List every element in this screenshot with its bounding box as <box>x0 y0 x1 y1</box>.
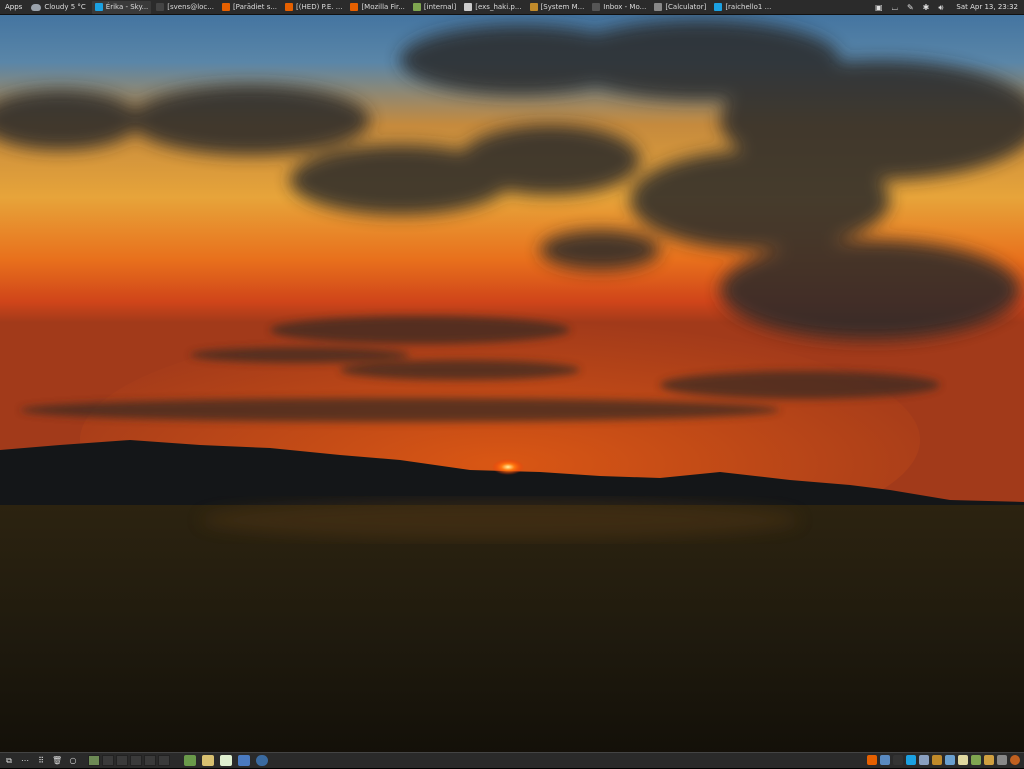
task-item[interactable]: [Mozilla Fir... <box>347 1 407 14</box>
update-icon[interactable]: ▣ <box>875 0 883 15</box>
mail-icon <box>592 3 601 11</box>
image-viewer-icon[interactable] <box>184 755 196 766</box>
power-icon[interactable]: ○ <box>68 756 78 765</box>
task-list: Érika - Sky... [svens@loc... [Parādiet s… <box>91 0 777 15</box>
workspace-button[interactable] <box>116 755 128 766</box>
skype-icon <box>94 3 103 11</box>
task-item[interactable]: Inbox - Mo... <box>589 1 649 14</box>
monitor-icon[interactable] <box>880 755 890 765</box>
weather-applet[interactable]: Cloudy 5 °C <box>27 0 91 15</box>
top-panel: Apps Cloudy 5 °C Érika - Sky... [svens@l… <box>0 0 1024 15</box>
task-item[interactable]: Érika - Sky... <box>91 0 152 14</box>
system-tray: ▣ ⌴ ✎ ✱ 🔊︎ Sat Apr 13, 23:32 <box>875 0 1024 15</box>
firefox-icon <box>350 3 359 11</box>
task-item[interactable]: [System M... <box>527 1 588 14</box>
task-item[interactable]: [(HED) P.E. ... <box>282 1 345 14</box>
notification-area <box>867 755 1020 765</box>
terminal-icon <box>156 3 165 11</box>
task-item[interactable]: [Parādiet s... <box>219 1 280 14</box>
firefox-icon <box>285 3 294 11</box>
package-icon[interactable] <box>945 755 955 765</box>
calculator-icon[interactable] <box>997 755 1007 765</box>
document-icon <box>464 3 473 11</box>
network-icon[interactable]: ✎ <box>907 0 914 15</box>
task-item[interactable]: [svens@loc... <box>153 1 217 14</box>
bluetooth-icon[interactable]: ✱ <box>923 0 930 15</box>
firefox-icon[interactable] <box>867 755 877 765</box>
file-manager-icon[interactable] <box>202 755 214 766</box>
editor-icon[interactable] <box>984 755 994 765</box>
show-desktop-icon[interactable]: ⧉ <box>4 756 14 766</box>
cloud-icon <box>31 3 42 11</box>
workspace-switcher <box>88 755 170 766</box>
system-monitor-icon <box>529 3 538 11</box>
weather-label: Cloudy 5 °C <box>44 2 86 11</box>
mail-icon[interactable] <box>919 755 929 765</box>
grid-icon[interactable]: ⠿ <box>36 756 46 765</box>
firefox-icon <box>221 3 230 11</box>
bottom-panel: ⧉ ⋯ ⠿ 🗑︎ ○ <box>0 752 1024 768</box>
desktop-wallpaper <box>0 0 1024 768</box>
workspace-button[interactable] <box>158 755 170 766</box>
apps-menu[interactable]: Apps <box>0 0 27 15</box>
volume-icon[interactable]: 🔊︎ <box>938 0 943 15</box>
launchers <box>184 755 268 766</box>
folder-icon[interactable] <box>971 755 981 765</box>
calculator-icon <box>654 3 663 11</box>
workspace-button[interactable] <box>88 755 100 766</box>
keyboard-icon[interactable]: ⌴ <box>892 0 898 15</box>
workspace-button[interactable] <box>144 755 156 766</box>
notes-icon[interactable] <box>220 755 232 766</box>
terminal-icon[interactable] <box>893 755 903 765</box>
skype-icon <box>714 3 723 11</box>
task-item[interactable]: [raichello1 ... <box>711 1 774 14</box>
task-item[interactable]: [internal] <box>410 1 459 14</box>
system-monitor-icon[interactable] <box>932 755 942 765</box>
clock[interactable]: Sat Apr 13, 23:32 <box>956 0 1018 15</box>
document-icon[interactable] <box>958 755 968 765</box>
task-item[interactable]: [Calculator] <box>651 1 709 14</box>
skype-icon[interactable] <box>906 755 916 765</box>
folder-icon <box>412 3 421 11</box>
trash-icon[interactable]: 🗑︎ <box>52 756 62 765</box>
workspace-button[interactable] <box>102 755 114 766</box>
media-icon[interactable] <box>1010 755 1020 765</box>
shield-icon[interactable] <box>238 755 250 766</box>
more-icon[interactable]: ⋯ <box>20 756 30 765</box>
app-icon[interactable] <box>256 755 268 766</box>
workspace-button[interactable] <box>130 755 142 766</box>
task-item[interactable]: [exs_haki.p... <box>461 1 524 14</box>
